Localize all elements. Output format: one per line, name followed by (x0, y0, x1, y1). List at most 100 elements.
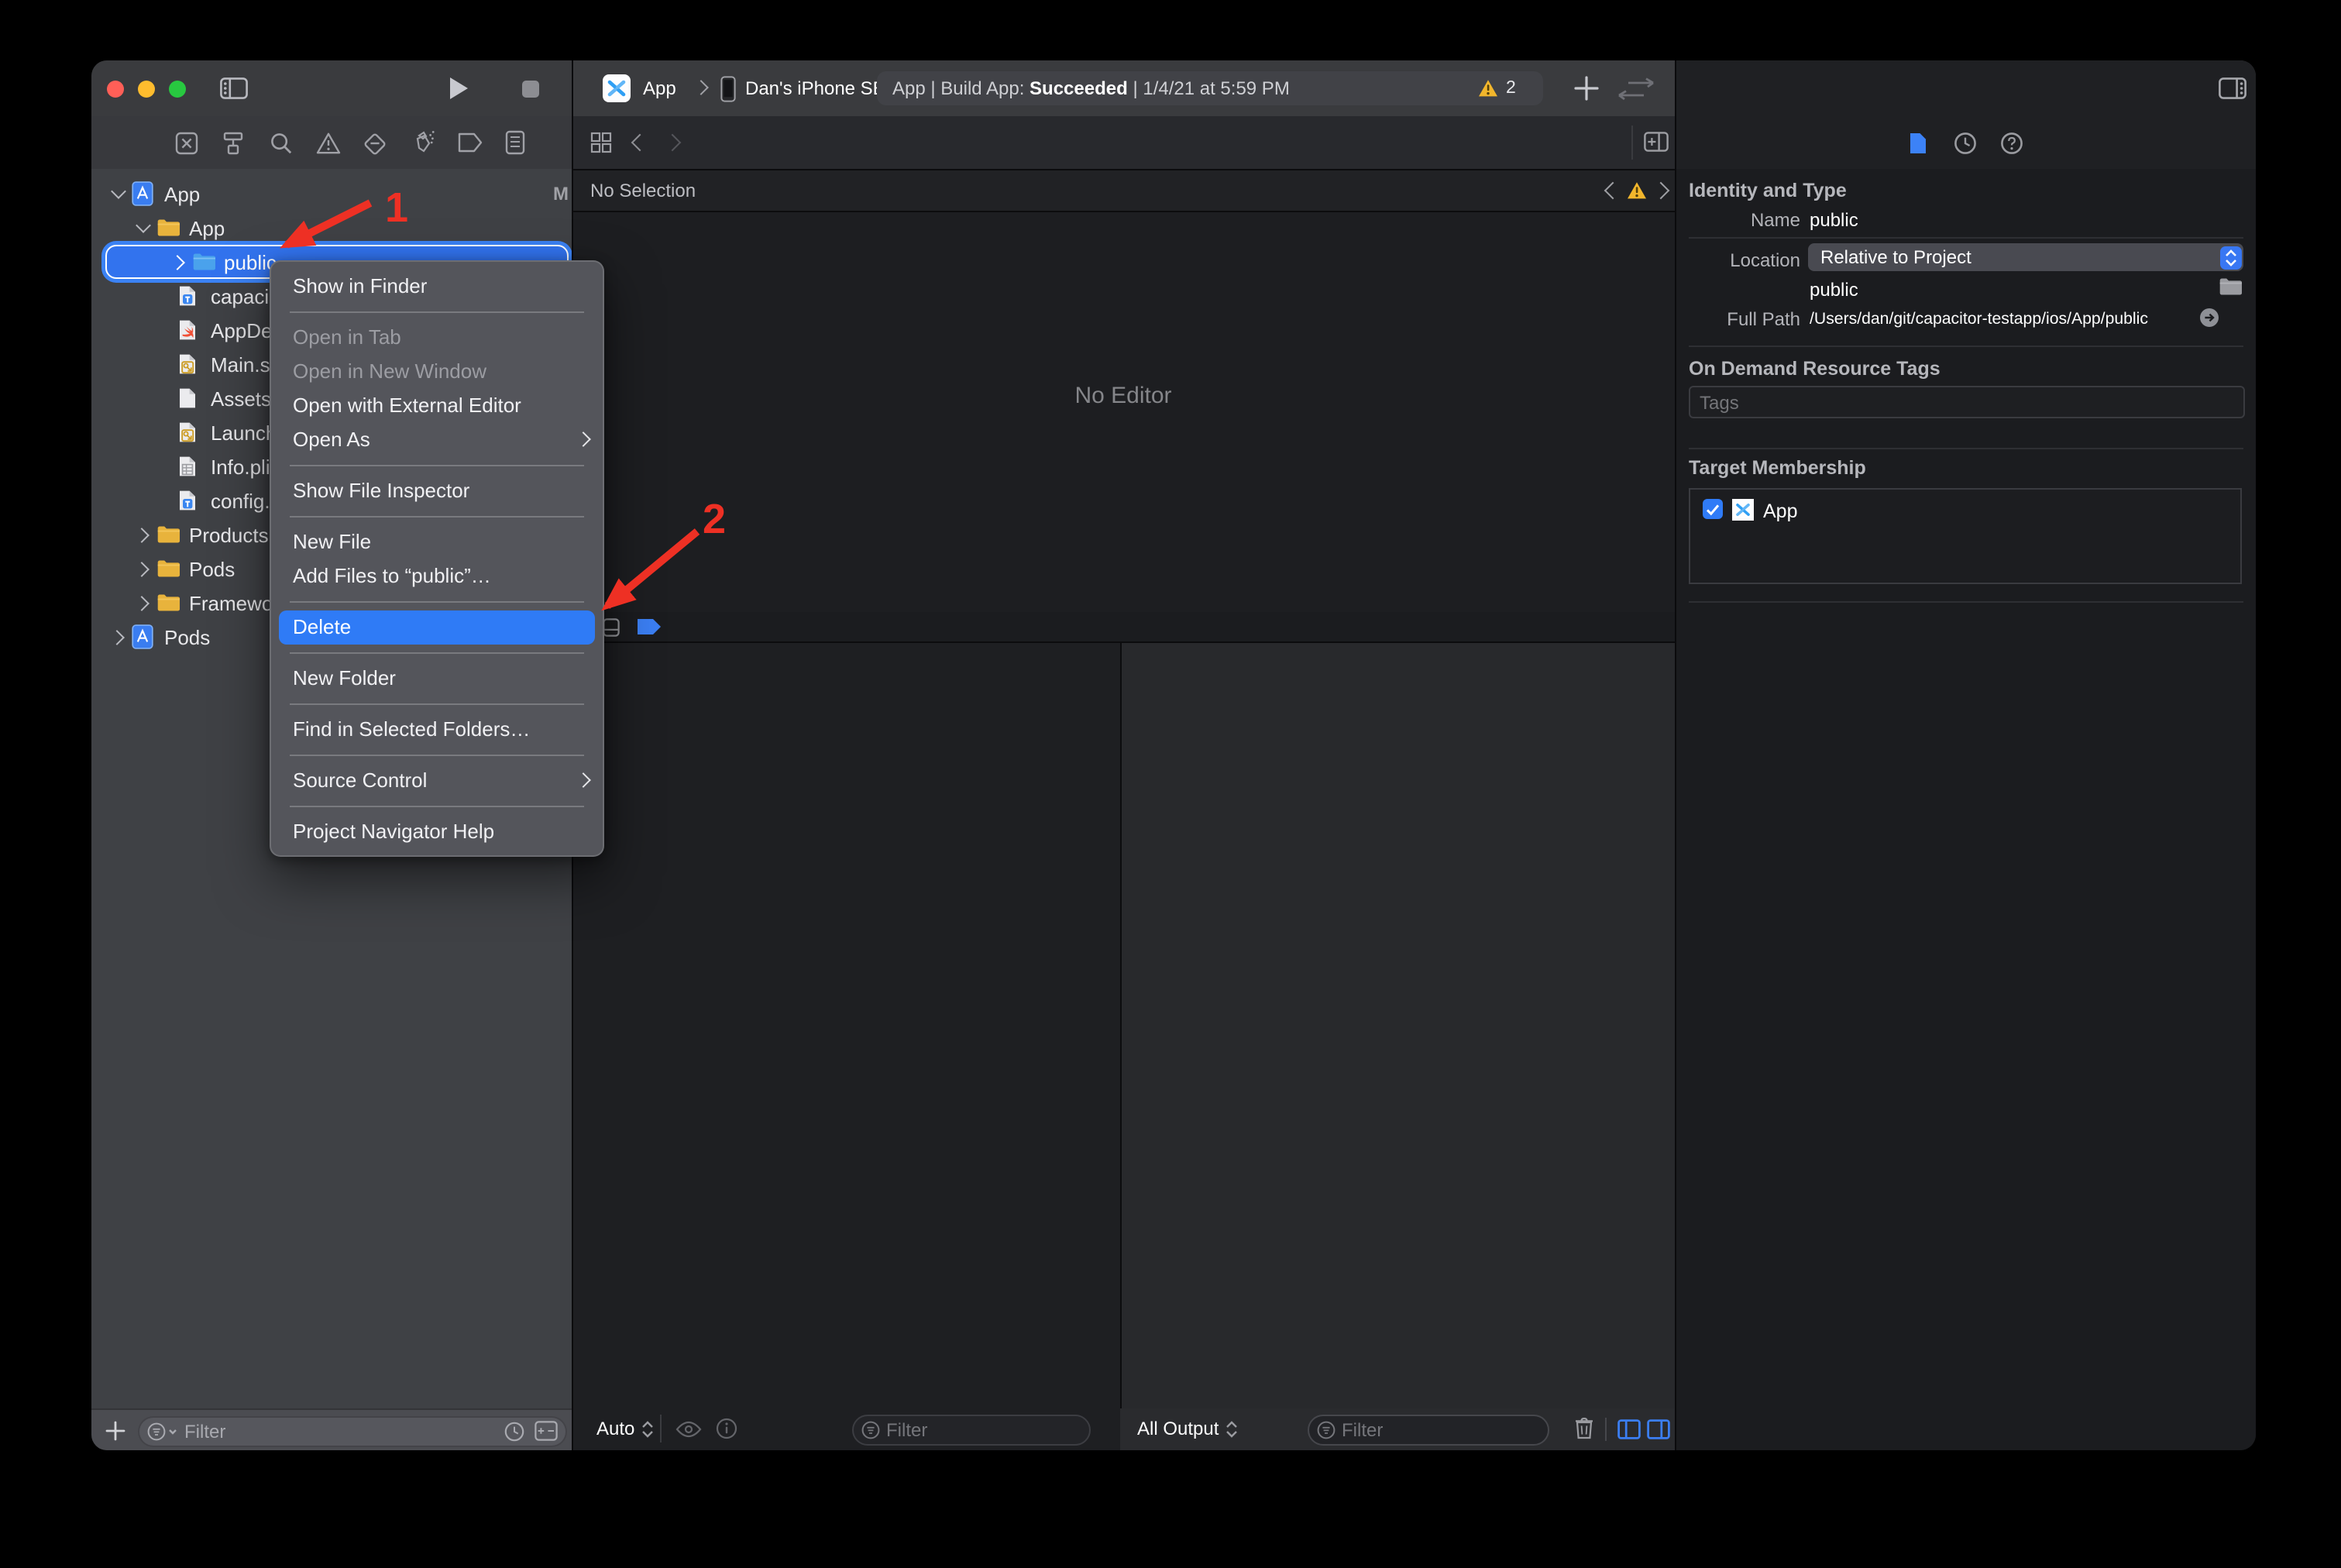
next-issue-icon[interactable] (1652, 182, 1670, 200)
code-review-icon[interactable] (1616, 77, 1656, 101)
menu-item-project-navigator-help[interactable]: Project Navigator Help (271, 814, 603, 848)
variables-view (572, 643, 1120, 1450)
breakpoints-toggle-icon[interactable] (635, 618, 662, 635)
variables-scope-selector[interactable]: Auto (596, 1418, 653, 1439)
odr-section-header: On Demand Resource Tags (1689, 358, 1941, 380)
target-membership-box: App (1689, 488, 2242, 584)
menu-separator (290, 311, 584, 312)
warning-icon[interactable] (1627, 181, 1647, 200)
debug-navigator-tab[interactable] (411, 130, 435, 155)
add-button[interactable] (1574, 76, 1599, 101)
help-inspector-tab[interactable] (2000, 132, 2023, 155)
menu-item-open-as[interactable]: Open As (271, 422, 603, 456)
chevron-collapsed-icon[interactable] (170, 253, 187, 270)
recent-files-icon[interactable] (504, 1420, 525, 1442)
debug-split-divider[interactable] (1120, 643, 1122, 1450)
issue-navigator-tab[interactable] (316, 132, 341, 155)
debug-area-icon[interactable] (603, 617, 620, 636)
iphone-icon (720, 76, 736, 102)
find-navigator-tab[interactable] (270, 132, 293, 155)
sidebar-item-app-project[interactable]: App M (91, 177, 590, 211)
typescript-file-icon (178, 490, 203, 511)
symbol-navigator-tab[interactable] (222, 132, 245, 155)
activity-status[interactable]: App | Build App: Succeeded | 1/4/21 at 5… (877, 71, 1543, 105)
chevron-expanded-icon[interactable] (110, 185, 127, 202)
jump-bar-selection[interactable]: No Selection (590, 180, 696, 201)
warning-icon (1478, 79, 1498, 98)
menu-item-source-control[interactable]: Source Control (271, 763, 603, 797)
reveal-folder-icon[interactable] (2219, 277, 2242, 296)
source-control-navigator-tab[interactable] (175, 132, 198, 155)
tags-field[interactable] (1689, 386, 2245, 418)
open-path-arrow-icon[interactable] (2200, 308, 2219, 326)
console-view (1120, 643, 1675, 1450)
scheme-selector[interactable]: App (643, 77, 676, 99)
status-text: App | Build App: Succeeded | 1/4/21 at 5… (892, 77, 1290, 99)
console-filter-input[interactable] (1336, 1419, 1548, 1441)
toggle-variables-view-icon[interactable] (1617, 1419, 1641, 1439)
breakpoint-navigator-tab[interactable] (457, 132, 483, 153)
editor-inspector-divider[interactable] (1675, 60, 1676, 1450)
add-file-button[interactable] (105, 1420, 125, 1440)
toggle-navigator-icon[interactable] (220, 77, 248, 99)
blank-file-icon (178, 387, 203, 409)
console-filter-field[interactable] (1308, 1415, 1549, 1446)
history-inspector-tab[interactable] (1954, 132, 1977, 155)
editor-empty-area: No Editor (572, 212, 1675, 612)
variables-filter-field[interactable] (852, 1415, 1091, 1446)
menu-item-new-file[interactable]: New File (271, 524, 603, 559)
app-scheme-icon (603, 74, 631, 102)
navigator-filter-field[interactable] (138, 1415, 567, 1446)
menu-item-open-with-external-editor[interactable]: Open with External Editor (271, 388, 603, 422)
run-button[interactable] (448, 76, 469, 101)
previous-issue-icon[interactable] (1604, 182, 1622, 200)
folder-icon (156, 218, 181, 237)
add-editor-icon[interactable] (1644, 132, 1669, 152)
location-label: Location (1689, 249, 1800, 271)
swift-file-icon (178, 319, 203, 341)
report-navigator-tab[interactable] (505, 130, 525, 155)
variables-filter-input[interactable] (880, 1419, 1089, 1441)
menu-item-new-folder[interactable]: New Folder (271, 661, 603, 695)
chevron-collapsed-icon[interactable] (110, 628, 127, 645)
menu-item-delete[interactable]: Delete (279, 610, 595, 644)
tags-input[interactable] (1690, 391, 2243, 413)
view-memory-icon[interactable] (675, 1420, 702, 1437)
target-checkbox[interactable] (1703, 499, 1723, 519)
toggle-inspector-icon[interactable] (2219, 77, 2246, 99)
close-button[interactable] (107, 80, 124, 97)
stop-button[interactable] (522, 80, 539, 97)
menu-item-show-file-inspector[interactable]: Show File Inspector (271, 473, 603, 507)
navigator-filter-input[interactable] (178, 1420, 504, 1442)
name-value[interactable]: public (1810, 209, 1858, 231)
source-control-filter-icon[interactable] (535, 1421, 558, 1441)
chevron-collapsed-icon[interactable] (135, 560, 152, 577)
warning-count-badge[interactable]: 2 (1506, 78, 1516, 97)
sidebar-item-app-folder[interactable]: App (91, 211, 615, 245)
console-scope-selector[interactable]: All Output (1137, 1418, 1237, 1439)
toggle-console-view-icon[interactable] (1647, 1419, 1670, 1439)
test-navigator-tab[interactable] (363, 132, 387, 155)
menu-item-open-in-tab[interactable]: Open in Tab (271, 320, 603, 354)
go-back-icon[interactable] (631, 134, 649, 152)
go-forward-icon[interactable] (664, 134, 682, 152)
location-dropdown[interactable]: Relative to Project (1808, 243, 2243, 271)
chevron-expanded-icon[interactable] (135, 219, 152, 236)
info-icon[interactable] (716, 1418, 737, 1439)
chevron-collapsed-icon[interactable] (135, 594, 152, 611)
chevron-collapsed-icon[interactable] (135, 526, 152, 543)
menu-item-find-in-selected-folders[interactable]: Find in Selected Folders… (271, 712, 603, 746)
device-selector[interactable]: Dan's iPhone SE (745, 77, 885, 99)
menu-separator (290, 464, 584, 466)
divider (1689, 237, 2243, 239)
xcode-project-icon (132, 181, 156, 206)
file-inspector-tab[interactable] (1909, 132, 1927, 155)
menu-item-add-files[interactable]: Add Files to “public”… (271, 559, 603, 593)
menu-item-show-in-finder[interactable]: Show in Finder (271, 269, 603, 303)
minimize-button[interactable] (138, 80, 155, 97)
clear-console-icon[interactable] (1574, 1416, 1594, 1439)
tab-overview-icon[interactable] (590, 132, 612, 153)
context-menu: Show in Finder Open in Tab Open in New W… (270, 260, 604, 857)
menu-item-open-in-new-window[interactable]: Open in New Window (271, 354, 603, 388)
zoom-button[interactable] (169, 80, 186, 97)
